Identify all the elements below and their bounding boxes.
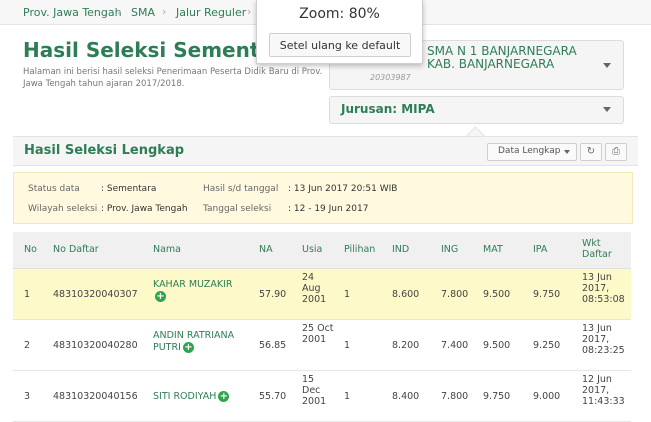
col-na: NA: [259, 244, 273, 255]
table-row: 3 48310320040156 SITI RODIYAH + 55.70 15 …: [13, 371, 631, 422]
cell-pilihan: 1: [344, 340, 351, 351]
cell-mat: 9.500: [483, 340, 511, 351]
cell-mat: 9.500: [483, 289, 511, 300]
wilayah-value: : Prov. Jawa Tengah: [101, 204, 188, 214]
cell-ipa: 9.000: [533, 391, 561, 402]
hasil-label: Hasil s/d tanggal: [203, 184, 279, 194]
cell-usia: 25 Oct 2001: [302, 323, 334, 345]
cell-ind: 8.600: [392, 289, 420, 300]
table-row: 2 48310320040280 ANDIN RATRIANA PUTRI + 5…: [13, 320, 631, 371]
cell-usia: 24 Aug 2001: [302, 272, 327, 305]
cell-no-daftar: 48310320040156: [53, 391, 138, 402]
breadcrumb-item-province[interactable]: Prov. Jawa Tengah: [23, 6, 122, 19]
status-label: Status data: [28, 184, 80, 194]
cell-ing: 7.400: [441, 340, 469, 351]
col-ipa: IPA: [533, 244, 548, 255]
cell-mat: 9.750: [483, 391, 511, 402]
table-row: 1 48310320040307 KAHAR MUZAKIR + 57.90 24…: [13, 269, 631, 320]
zoom-level: Zoom: 80%: [299, 6, 380, 22]
col-no-daftar: No Daftar: [53, 244, 99, 255]
data-lengkap-dropdown[interactable]: Data Lengkap: [487, 143, 577, 161]
school-name: SMA N 1 BANJARNEGARA KAB. BANJARNEGARA: [427, 44, 577, 71]
tanggal-label: Tanggal seleksi: [203, 204, 272, 214]
print-button[interactable]: ⎙: [605, 143, 627, 161]
cell-nama: ANDIN RATRIANA PUTRI +: [153, 330, 245, 354]
col-pilihan: Pilihan: [344, 244, 376, 255]
cell-ing: 7.800: [441, 391, 469, 402]
cell-no-daftar: 48310320040307: [53, 289, 138, 300]
tanggal-value: : 12 - 19 Jun 2017: [288, 204, 369, 214]
status-box: Status data : Sementara Hasil s/d tangga…: [13, 172, 633, 224]
plus-icon[interactable]: +: [155, 291, 166, 302]
cell-ing: 7.800: [441, 289, 469, 300]
cell-nama: SITI RODIYAH +: [153, 391, 230, 402]
jurusan-select[interactable]: Jurusan: MIPA: [329, 96, 624, 124]
cell-wkt-daftar: 13 Jun 2017, 08:53:08: [582, 272, 625, 305]
chevron-down-icon: [564, 150, 570, 154]
jurusan-label: Jurusan: MIPA: [341, 102, 435, 116]
school-code: 20303987: [370, 73, 411, 82]
cell-ipa: 9.250: [533, 340, 561, 351]
col-no: No: [24, 244, 37, 255]
data-lengkap-label: Data Lengkap: [498, 146, 561, 156]
refresh-button[interactable]: ↻: [580, 143, 602, 161]
breadcrumb-separator: ›: [117, 5, 122, 18]
col-nama: Nama: [153, 244, 182, 255]
col-ing: ING: [441, 244, 459, 255]
page-description: Halaman ini berisi hasil seleksi Penerim…: [23, 67, 323, 89]
reset-zoom-button[interactable]: Setel ulang ke default: [269, 33, 411, 57]
cell-no: 2: [24, 340, 31, 351]
col-usia: Usia: [302, 244, 323, 255]
breadcrumb-item-level[interactable]: SMA: [131, 6, 155, 19]
table-header: No No Daftar Nama NA Usia Pilihan IND IN…: [13, 232, 631, 269]
cell-ind: 8.200: [392, 340, 420, 351]
wilayah-label: Wilayah seleksi: [28, 204, 98, 214]
status-value: : Sementara: [101, 184, 157, 194]
print-icon: ⎙: [612, 146, 620, 157]
cell-usia: 15 Dec 2001: [302, 374, 327, 407]
breadcrumb-separator: ›: [162, 5, 167, 18]
cell-ind: 8.400: [392, 391, 420, 402]
chevron-down-icon: [603, 63, 611, 68]
breadcrumb-separator: ›: [247, 5, 252, 18]
cell-no: 3: [24, 391, 31, 402]
cell-nama: KAHAR MUZAKIR +: [153, 279, 245, 303]
col-ind: IND: [392, 244, 410, 255]
col-wkt-daftar: Wkt Daftar: [582, 238, 612, 260]
zoom-popup: Zoom: 80% Setel ulang ke default: [256, 0, 423, 64]
cell-pilihan: 1: [344, 289, 351, 300]
cell-pilihan: 1: [344, 391, 351, 402]
col-mat: MAT: [483, 244, 503, 255]
cell-no: 1: [24, 289, 31, 300]
section-header: Hasil Seleksi Lengkap Data Lengkap ↻ ⎙: [13, 136, 638, 166]
student-name-link[interactable]: KAHAR MUZAKIR: [153, 279, 232, 290]
cell-ipa: 9.750: [533, 289, 561, 300]
cell-na: 57.90: [259, 289, 287, 300]
cell-no-daftar: 48310320040280: [53, 340, 138, 351]
plus-icon[interactable]: +: [218, 391, 230, 402]
cell-na: 55.70: [259, 391, 287, 402]
plus-icon[interactable]: +: [182, 342, 194, 353]
breadcrumb-item-path[interactable]: Jalur Reguler: [176, 6, 246, 19]
cell-na: 56.85: [259, 340, 287, 351]
section-title: Hasil Seleksi Lengkap: [24, 143, 185, 158]
chevron-down-icon: [603, 107, 611, 112]
cell-wkt-daftar: 12 Jun 2017, 11:43:33: [582, 374, 625, 407]
hasil-value: : 13 Jun 2017 20:51 WIB: [288, 184, 398, 194]
cell-wkt-daftar: 13 Jun 2017, 08:23:25: [582, 323, 625, 356]
student-name-link[interactable]: SITI RODIYAH: [153, 391, 216, 402]
refresh-icon: ↻: [586, 146, 596, 157]
